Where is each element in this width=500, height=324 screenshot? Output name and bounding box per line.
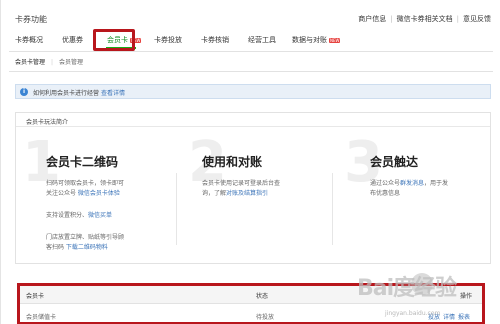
main-tabs: 卡券概况 优惠券 会员卡 NEW 卡券投放 卡券核销 经营工具 数据与对账 NEW [9, 33, 493, 51]
feature-qrcode: 1 会员卡二维码 扫码可领取会员卡，领卡即可 关注公众号 微信会员卡体验 支持设… [16, 127, 174, 264]
card-features-page: 卡券功能 商户信息 | 微信卡券相关文档 | 意见反馈 卡券概况 优惠券 会员卡 NEW … [0, 0, 500, 324]
merchant-info-link[interactable]: 商户信息 [358, 14, 386, 24]
feature-line: 扫码可领取会员卡，领卡即可 [46, 180, 125, 187]
new-badge: NEW [329, 37, 341, 43]
feedback-link[interactable]: 意见反馈 [463, 14, 491, 24]
feature-usage-reconciliation: 2 使用和对账 会员卡使用记录可登录后台查 询，了解对账及结算指引 [178, 127, 330, 264]
subtab-card-management[interactable]: 会员卡管理 [15, 57, 45, 66]
table-header: 会员卡 状态 操作 [20, 286, 482, 304]
feature-title: 使用和对账 [202, 155, 263, 169]
mass-message-link[interactable]: 群发消息 [400, 180, 424, 187]
column-divider [176, 173, 177, 245]
row-actions: 投放 详情 报表 [428, 312, 473, 321]
feature-line: 会员卡使用记录可登录后台查 [202, 180, 281, 187]
reconciliation-guide-link[interactable]: 对账及结算指引 [226, 190, 268, 197]
highlight-box-tab [93, 29, 135, 51]
divider [9, 51, 493, 52]
tab-coupons[interactable]: 优惠券 [62, 33, 83, 47]
info-icon: i [20, 88, 28, 96]
info-banner: i 如何利用会员卡进行经营 查看详情 [15, 84, 491, 99]
page-title: 卡券功能 [15, 15, 47, 24]
link-divider: | [390, 15, 393, 23]
feature-line: 通过公众号群发消息，用于发 [370, 180, 449, 187]
member-card-intro-panel: 会员卡玩法简介 1 会员卡二维码 扫码可领取会员卡，领卡即可 关注公众号 微信会… [15, 112, 491, 264]
feature-line: 支持设置积分、微信买单 [46, 212, 113, 219]
info-details-link[interactable]: 查看详情 [101, 90, 125, 97]
subtab-member-management[interactable]: 会员管理 [59, 57, 83, 66]
details-action-link[interactable]: 详情 [443, 314, 455, 321]
intro-header: 会员卡玩法简介 [16, 113, 490, 127]
card-demo-link[interactable]: 微信会员卡体验 [78, 190, 120, 197]
feature-line: 门店放置立牌、贴纸等引导顾 [46, 234, 125, 241]
feature-line: 关注公众号 微信会员卡体验 [46, 190, 120, 197]
column-header-status: 状态 [256, 293, 269, 300]
feature-line: 客扫码 下载二维码物料 [46, 244, 108, 251]
column-divider [332, 173, 333, 245]
docs-link[interactable]: 微信卡券相关文档 [397, 14, 453, 24]
feature-title: 会员卡二维码 [46, 155, 119, 169]
column-header-actions: 操作 [460, 293, 473, 300]
sub-tabs: 会员卡管理 | 会员管理 [15, 57, 83, 69]
card-status: 待投放 [256, 314, 275, 321]
divider [9, 71, 493, 72]
card-name: 会员储值卡 [26, 314, 57, 321]
deliver-action-link[interactable]: 投放 [428, 314, 440, 321]
wechat-pay-link[interactable]: 微信买单 [88, 212, 112, 219]
top-links: 商户信息 | 微信卡券相关文档 | 意见反馈 [358, 14, 491, 24]
feature-line: 询，了解对账及结算指引 [202, 190, 269, 197]
tab-data-reconciliation[interactable]: 数据与对账 NEW [292, 33, 341, 47]
member-card-table: 会员卡 状态 操作 会员储值卡 待投放 投放 详情 报表 [17, 283, 485, 324]
link-divider: | [456, 15, 459, 23]
tab-card-redeem[interactable]: 卡券核销 [201, 33, 229, 47]
subtab-divider: | [51, 59, 54, 66]
report-action-link[interactable]: 报表 [458, 314, 470, 321]
tab-business-tools[interactable]: 经营工具 [248, 33, 276, 47]
intro-title: 会员卡玩法简介 [26, 119, 69, 126]
top-bar: 卡券功能 商户信息 | 微信卡券相关文档 | 意见反馈 [15, 14, 491, 26]
feature-member-reach: 3 会员触达 通过公众号群发消息，用于发 布优惠信息 [334, 127, 490, 264]
tab-card-delivery[interactable]: 卡券投放 [154, 33, 182, 47]
download-qr-materials-link[interactable]: 下载二维码物料 [66, 244, 108, 251]
feature-title: 会员触达 [370, 155, 419, 169]
column-header-card: 会员卡 [26, 293, 45, 300]
info-text: 如何利用会员卡进行经营 查看详情 [33, 90, 126, 97]
feature-line: 布优惠信息 [370, 190, 401, 197]
tab-overview[interactable]: 卡券概况 [15, 33, 43, 47]
